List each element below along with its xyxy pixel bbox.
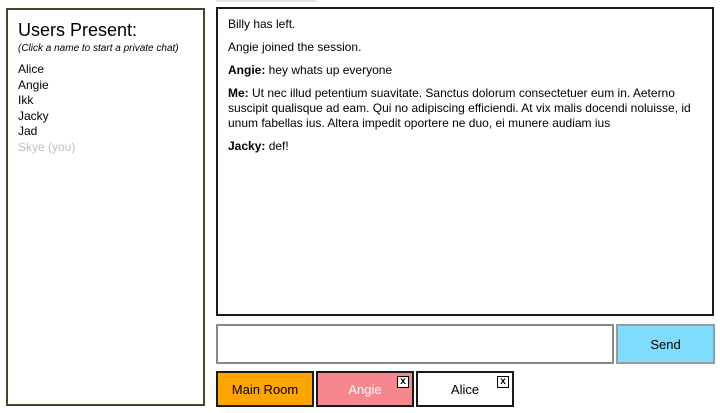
user-item-ikk[interactable]: Ikk	[18, 93, 203, 109]
user-item-self: Skye (you)	[18, 139, 76, 154]
private-chat-hint: (Click a name to start a private chat)	[18, 43, 179, 54]
tab-alice[interactable]: Alice x	[416, 371, 514, 407]
chat-message: Jacky: def!	[228, 139, 702, 154]
chat-message: Angie joined the session.	[228, 40, 702, 55]
user-item-jad[interactable]: Jad	[18, 124, 203, 140]
user-item-angie[interactable]: Angie	[18, 78, 203, 94]
close-icon[interactable]: x	[397, 376, 409, 388]
message-sender: Jacky:	[228, 139, 266, 153]
user-item-jacky[interactable]: Jacky	[18, 109, 203, 125]
message-text: def!	[265, 139, 289, 153]
close-icon[interactable]: x	[497, 376, 509, 388]
message-text: hey whats up everyone	[265, 63, 393, 77]
tab-main-room[interactable]: Main Room	[216, 371, 314, 407]
user-item-alice[interactable]: Alice	[18, 62, 203, 78]
top-divider	[216, 0, 316, 2]
user-list: Alice Angie Ikk Jacky Jad Skye (you)	[18, 62, 203, 155]
message-sender: Angie:	[228, 63, 266, 77]
chat-log: Billy has left. Angie joined the session…	[216, 7, 714, 316]
tab-label: Alice	[450, 381, 480, 397]
chat-message: Billy has left.	[228, 17, 702, 32]
tab-angie[interactable]: Angie x	[316, 371, 414, 407]
chat-message: Angie: hey whats up everyone	[228, 63, 702, 78]
message-text: Ut nec illud petentium suavitate. Sanctu…	[228, 86, 691, 130]
message-text: Billy has left.	[228, 17, 296, 31]
send-button[interactable]: Send	[616, 324, 715, 364]
tab-label: Main Room	[231, 381, 299, 397]
message-input[interactable]	[216, 324, 614, 364]
users-present-panel: Users Present: (Click a name to start a …	[6, 8, 205, 406]
tab-label: Angie	[348, 381, 382, 397]
users-present-title: Users Present:	[18, 20, 138, 40]
chat-message: Me: Ut nec illud petentium suavitate. Sa…	[228, 86, 702, 131]
message-sender: Me:	[228, 86, 249, 100]
message-text: Angie joined the session.	[228, 40, 362, 54]
